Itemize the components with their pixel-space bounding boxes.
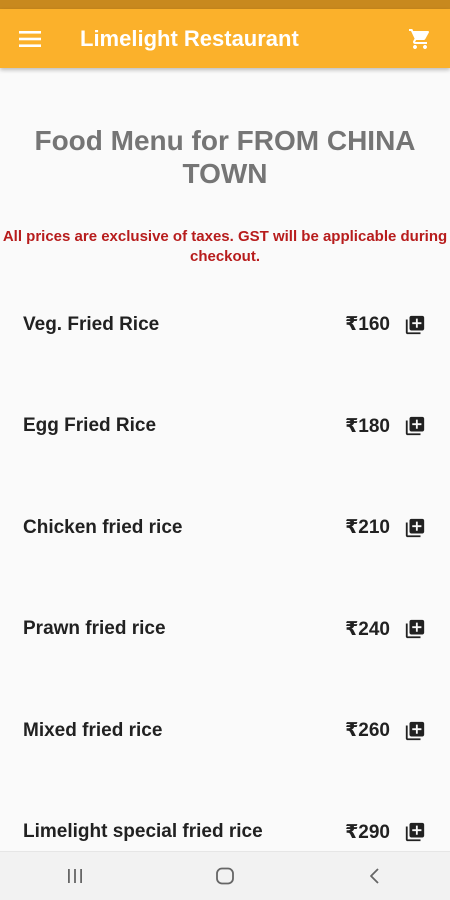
recents-icon[interactable]	[45, 856, 105, 896]
back-icon[interactable]	[345, 856, 405, 896]
menu-item-price: ₹240	[345, 618, 390, 640]
shopping-cart-icon[interactable]	[390, 9, 450, 68]
add-to-cart-icon[interactable]	[402, 616, 428, 642]
add-to-cart-icon[interactable]	[402, 718, 428, 744]
system-nav-bar	[0, 851, 450, 900]
menu-item-price: ₹180	[345, 415, 390, 437]
tax-notice: All prices are exclusive of taxes. GST w…	[2, 228, 448, 265]
menu-item-name: Prawn fried rice	[23, 618, 166, 640]
menu-item-name: Mixed fried rice	[23, 719, 163, 741]
menu-item-price: ₹210	[345, 517, 390, 539]
menu-page: Food Menu for FROM CHINA TOWN All prices…	[0, 68, 450, 851]
menu-item: Mixed fried rice ₹260	[0, 680, 450, 782]
menu-item-name: Chicken fried rice	[23, 516, 183, 538]
menu-item: Limelight special fried rice ₹290	[0, 782, 450, 852]
add-to-cart-icon[interactable]	[402, 515, 428, 541]
menu-item: Chicken fried rice ₹210	[0, 477, 450, 579]
menu-item: Veg. Fried Rice ₹160	[0, 274, 450, 376]
status-bar	[0, 0, 450, 9]
menu-item: Prawn fried rice ₹240	[0, 579, 450, 681]
menu-list: Veg. Fried Rice ₹160 Egg Fried Rice ₹180…	[0, 274, 450, 851]
hamburger-menu-icon[interactable]	[0, 9, 60, 68]
menu-item-price: ₹290	[345, 821, 390, 843]
home-icon[interactable]	[195, 856, 255, 896]
add-to-cart-icon[interactable]	[402, 413, 428, 439]
app-title: Limelight Restaurant	[80, 25, 299, 51]
menu-item-name: Limelight special fried rice	[23, 821, 263, 843]
menu-item-name: Veg. Fried Rice	[23, 313, 160, 335]
menu-item-price: ₹160	[345, 314, 390, 336]
add-to-cart-icon[interactable]	[402, 312, 428, 338]
menu-item-price: ₹260	[345, 720, 390, 742]
add-to-cart-icon[interactable]	[402, 819, 428, 845]
menu-item-name: Egg Fried Rice	[23, 415, 157, 437]
app-bar: Limelight Restaurant	[0, 9, 450, 68]
menu-item: Egg Fried Rice ₹180	[0, 376, 450, 478]
page-title: Food Menu for FROM CHINA TOWN	[34, 125, 416, 189]
